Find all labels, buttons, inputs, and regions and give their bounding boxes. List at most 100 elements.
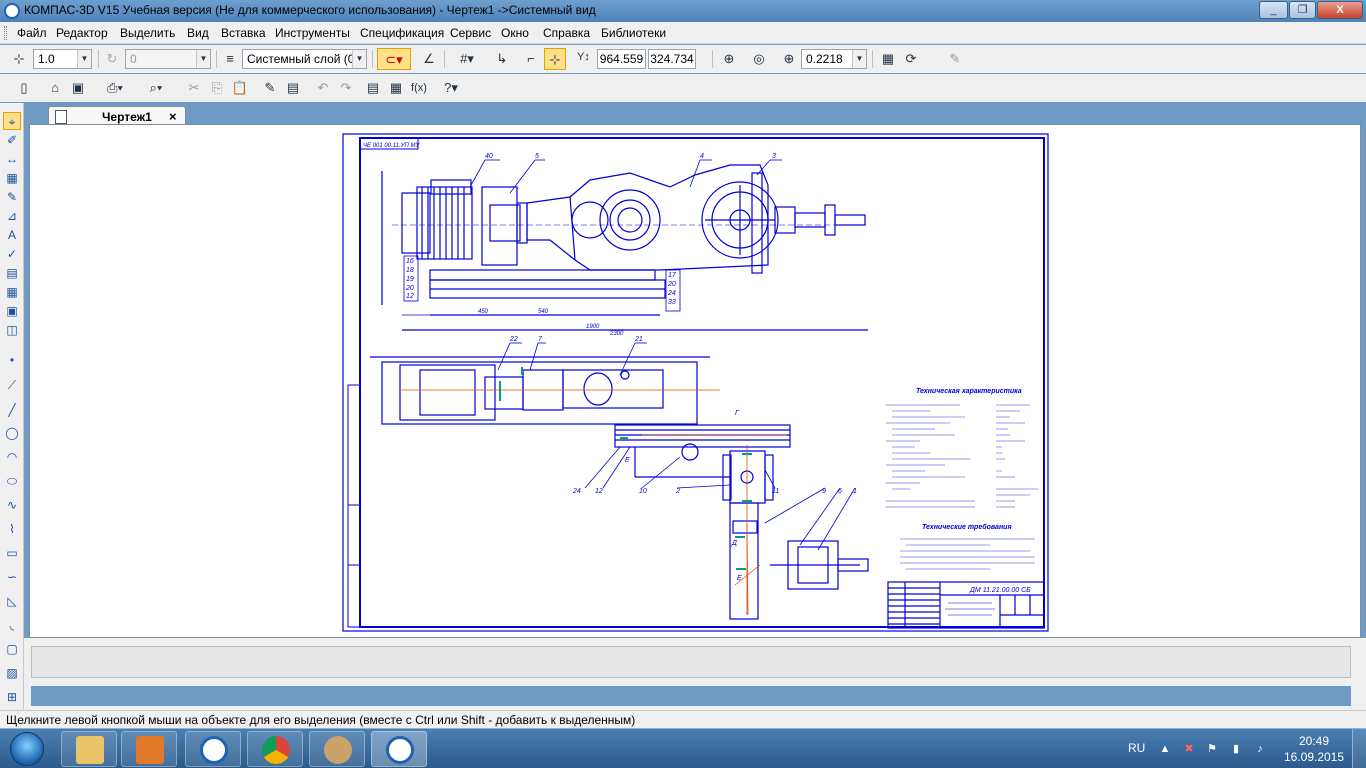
manager-icon[interactable]: ▤ — [282, 77, 304, 99]
contour-icon[interactable]: ▢ — [3, 640, 21, 658]
symbols-icon[interactable]: ▦ — [3, 169, 21, 187]
lib-icon[interactable]: ◫ — [3, 321, 21, 339]
taskbar-kompas-2[interactable] — [371, 731, 427, 767]
circle-icon[interactable]: ◯ — [3, 424, 21, 442]
kompas-icon — [386, 736, 414, 764]
taskbar-explorer[interactable] — [61, 731, 117, 767]
angle-combo: 0 ▼ — [125, 49, 211, 69]
tab-drawing1[interactable]: Чертеж1 × — [48, 106, 186, 126]
zoom-combo[interactable]: 0.2218 ▼ — [801, 49, 867, 69]
save-icon[interactable]: ▣ — [67, 77, 89, 99]
point-icon[interactable]: • — [3, 351, 21, 369]
bezier-icon[interactable]: ∽ — [3, 568, 21, 586]
dim-450: 450 — [478, 309, 489, 315]
grid-icon[interactable]: #▾ — [450, 48, 484, 70]
new-document-icon[interactable]: ▯ — [13, 77, 35, 99]
zoom-window-icon[interactable]: ⊕ — [718, 48, 740, 70]
menu-editor[interactable]: Редактор — [56, 26, 108, 40]
refresh-view-icon[interactable]: ▦ — [877, 48, 899, 70]
menu-help[interactable]: Справка — [543, 26, 590, 40]
signal-icon[interactable]: ▮ — [1229, 742, 1243, 756]
coord-x-field[interactable]: 964.559 — [597, 49, 646, 69]
parametrization-icon[interactable]: ⊿ — [3, 207, 21, 225]
tab-close-icon[interactable]: × — [169, 109, 177, 124]
curve-icon[interactable]: ∿ — [3, 496, 21, 514]
copy-icon: ⎘ — [211, 80, 223, 95]
layers-icon[interactable]: ≡ — [219, 48, 241, 70]
geometry-icon[interactable]: ✐ — [3, 131, 21, 149]
toolbar-grip[interactable] — [4, 26, 7, 40]
help-pointer-icon[interactable]: ?▾ — [436, 77, 466, 99]
scale-combo[interactable]: 1.0 ▼ — [33, 49, 92, 69]
chevron-down-icon[interactable]: ▼ — [77, 50, 91, 68]
spec-icon[interactable]: ▤ — [3, 264, 21, 282]
show-desktop-button[interactable] — [1352, 729, 1366, 768]
clock[interactable]: 20:49 16.09.2015 — [1282, 733, 1346, 765]
menu-libraries[interactable]: Библиотеки — [601, 26, 666, 40]
polyline-icon[interactable]: ⌇ — [3, 520, 21, 538]
taskbar-paint[interactable] — [309, 731, 365, 767]
redraw-icon[interactable]: ⟳ — [900, 48, 922, 70]
insert-icon[interactable]: ▣ — [3, 302, 21, 320]
tray-expand-icon[interactable]: ▲ — [1158, 742, 1172, 756]
local-cs-icon[interactable]: ↳ — [491, 48, 513, 70]
report-icon[interactable]: ▦ — [3, 283, 21, 301]
properties-field[interactable] — [31, 646, 1351, 678]
dimensions-icon[interactable]: ↔ — [3, 150, 21, 168]
rectangle-icon[interactable]: ▭ — [3, 544, 21, 562]
hatch-icon[interactable]: ▨ — [3, 664, 21, 682]
preview-icon[interactable]: ⌕▾ — [141, 77, 171, 99]
menu-service[interactable]: Сервис — [450, 26, 491, 40]
snap-grid-icon[interactable]: ⊹ — [8, 48, 30, 70]
clock-date: 16.09.2015 — [1283, 750, 1345, 764]
chevron-down-icon[interactable]: ▼ — [352, 50, 366, 68]
edit-icon[interactable]: ✎ — [3, 188, 21, 206]
format-brush-icon[interactable]: ✎ — [259, 77, 281, 99]
open-icon[interactable]: ⌂ — [44, 77, 66, 99]
chevron-down-icon[interactable]: ▼ — [852, 50, 866, 68]
network-error-icon[interactable]: ✖ — [1182, 742, 1196, 756]
zoom-in-icon[interactable]: ⊕ — [778, 48, 800, 70]
ellipse-icon[interactable]: ⬭ — [3, 472, 21, 490]
menu-window[interactable]: Окно — [501, 26, 529, 40]
select-tool-icon[interactable]: ⌖ — [3, 112, 21, 130]
menu-tools[interactable]: Инструменты — [275, 26, 350, 40]
variables-icon[interactable]: ▦ — [385, 77, 407, 99]
action-center-icon[interactable]: ⚑ — [1205, 742, 1219, 756]
layer-combo[interactable]: Системный слой (0) ▼ — [242, 49, 367, 69]
menu-insert[interactable]: Вставка — [221, 26, 266, 40]
round-coords-icon[interactable]: ⊹ — [544, 48, 566, 70]
measure-icon[interactable]: A — [3, 226, 21, 244]
select-mode-icon[interactable]: ✓ — [3, 245, 21, 263]
snap-magnet-icon[interactable]: ⊂▾ — [377, 48, 411, 70]
equidistant-icon[interactable]: ⊞ — [3, 688, 21, 706]
menu-specification[interactable]: Спецификация — [360, 26, 444, 40]
menu-view[interactable]: Вид — [187, 26, 209, 40]
taskbar-kompas-1[interactable] — [185, 731, 241, 767]
ortho-mode-icon[interactable]: ⌐ — [520, 48, 542, 70]
close-button[interactable]: X — [1317, 1, 1363, 19]
volume-icon[interactable]: ♪ — [1253, 742, 1267, 756]
drawing-canvas[interactable]: ЧЕ 001 00.11.УП МУ 40 5 4 3 16 18 19 20 … — [29, 124, 1361, 638]
start-button[interactable] — [4, 730, 50, 768]
coord-y-field[interactable]: 324.734 — [648, 49, 696, 69]
segment-icon[interactable]: ╱ — [3, 401, 21, 419]
auxiliary-line-icon[interactable]: ⟋ — [3, 376, 21, 394]
paint-icon — [324, 736, 352, 764]
menu-file[interactable]: Файл — [17, 26, 47, 40]
restore-button[interactable]: ❐ — [1289, 1, 1316, 19]
print-icon[interactable]: ⎙▾ — [100, 77, 130, 99]
menu-select[interactable]: Выделить — [120, 26, 175, 40]
minimize-button[interactable]: _ — [1259, 1, 1288, 19]
ortho-icon[interactable]: ∠ — [418, 48, 440, 70]
zoom-all-icon[interactable]: ◎ — [748, 48, 770, 70]
chamfer-icon[interactable]: ◺ — [3, 592, 21, 610]
taskbar-media[interactable] — [121, 731, 177, 767]
layer-manager-icon[interactable]: ▤ — [362, 77, 384, 99]
taskbar-chrome[interactable] — [247, 731, 303, 767]
arc-icon[interactable]: ◠ — [3, 448, 21, 466]
fx-icon[interactable]: f(x) — [408, 77, 430, 99]
fillet-icon[interactable]: ◟ — [3, 616, 21, 634]
language-indicator[interactable]: RU — [1128, 741, 1145, 755]
drawing-sheet[interactable]: ЧЕ 001 00.11.УП МУ 40 5 4 3 16 18 19 20 … — [30, 125, 1360, 637]
